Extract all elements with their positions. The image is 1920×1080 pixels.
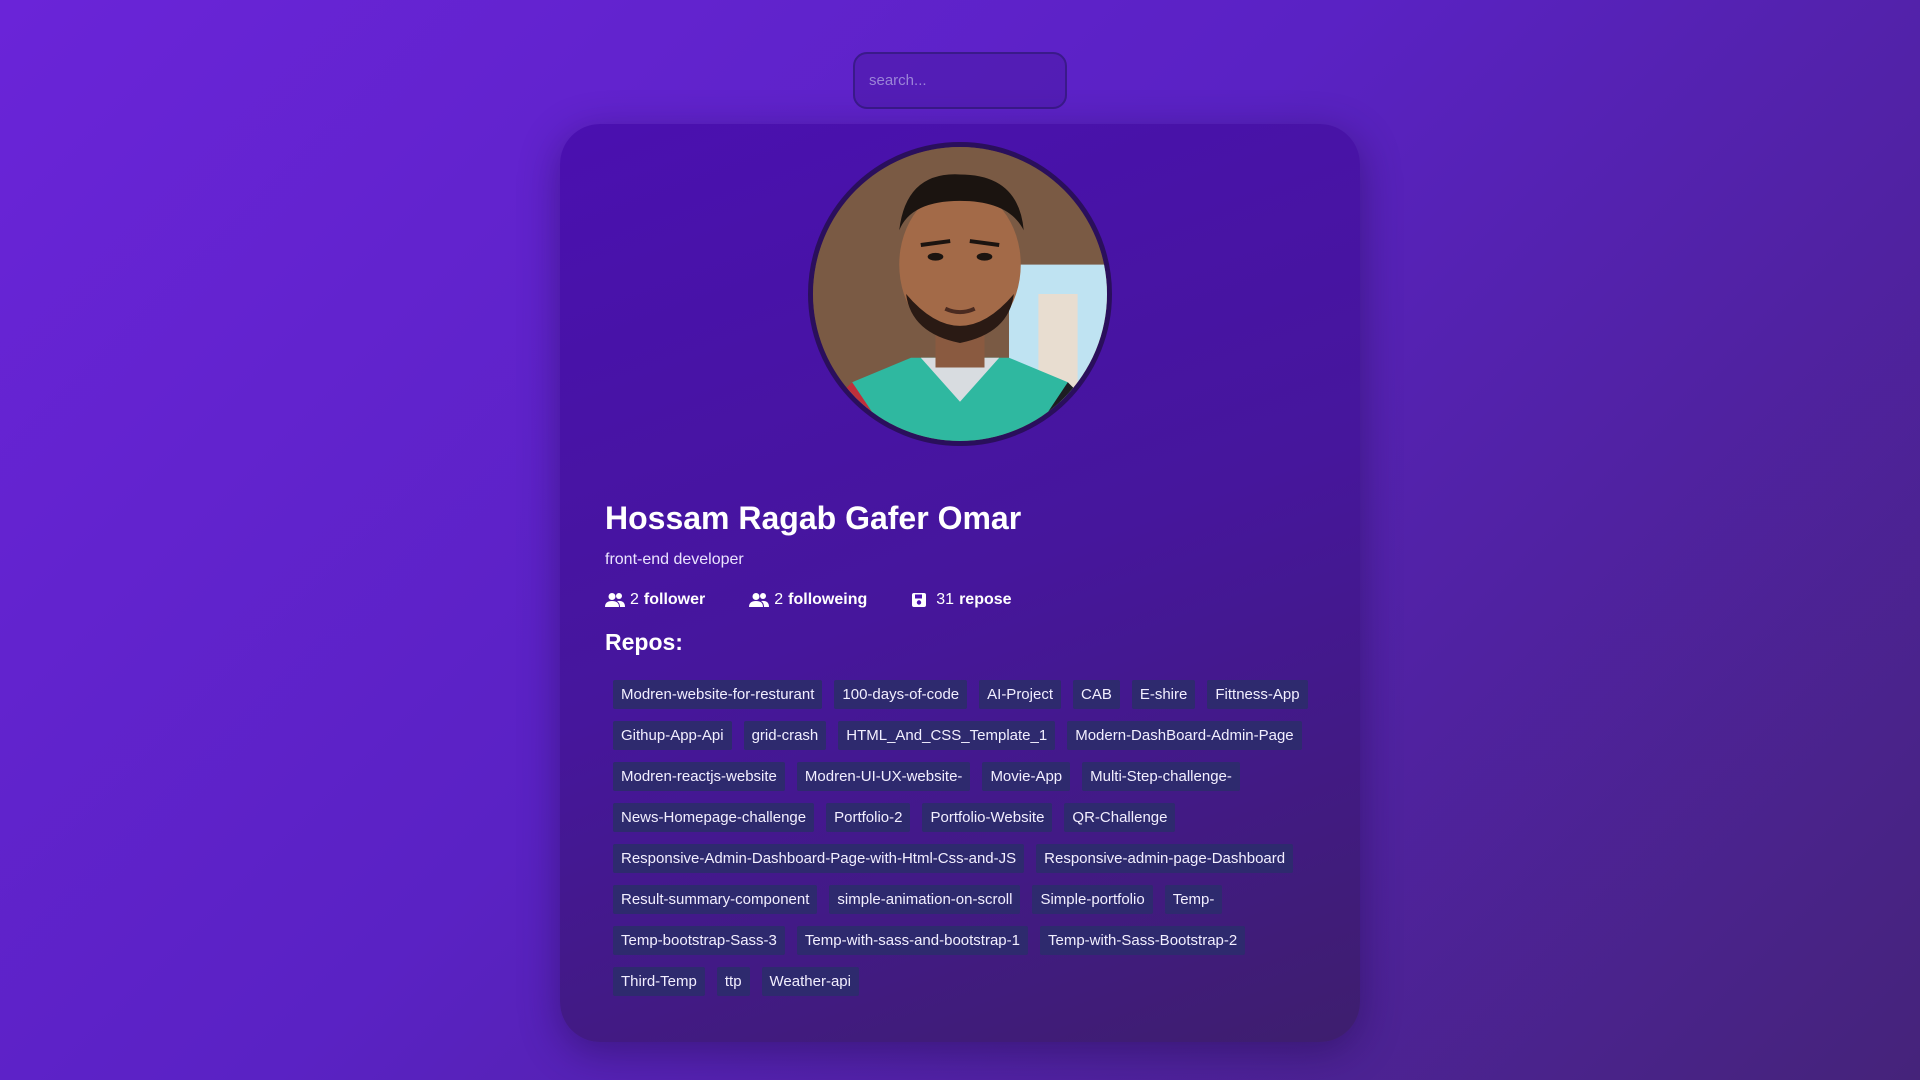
users-icon [749, 592, 770, 608]
avatar [808, 142, 1112, 446]
profile-stats: 2 follower 2 followeing 31 repose [605, 591, 1325, 609]
search-input[interactable] [853, 52, 1067, 109]
repo-tag[interactable]: simple-animation-on-scroll [829, 885, 1021, 914]
followers-stat: 2 follower [605, 591, 705, 609]
profile-name: Hossam Ragab Gafer Omar [605, 500, 1022, 536]
repo-tag[interactable]: Third-Temp [613, 967, 705, 996]
following-count: 2 [774, 591, 784, 608]
repo-tag[interactable]: Fittness-App [1207, 680, 1308, 709]
repo-tag[interactable]: E-shire [1131, 680, 1196, 709]
following-label: followeing [788, 591, 868, 608]
repo-tag[interactable]: Portfolio-2 [826, 803, 911, 832]
repo-tag[interactable]: Portfolio-Website [922, 803, 1053, 832]
repo-tag[interactable]: News-Homepage-challenge [613, 803, 815, 832]
repo-tag[interactable]: Temp- [1164, 885, 1223, 914]
repos-heading: Repos: [605, 629, 683, 655]
repos-count: 31 [936, 591, 955, 608]
profile-info: Hossam Ragab Gafer Omar front-end develo… [605, 500, 1325, 1008]
following-stat: 2 followeing [749, 591, 867, 609]
repo-tag[interactable]: CAB [1073, 680, 1120, 709]
users-icon [605, 592, 625, 608]
repos-label: repose [959, 591, 1012, 608]
search-container [853, 52, 1067, 109]
repo-tag[interactable]: Temp-with-sass-and-bootstrap-1 [796, 926, 1028, 955]
repo-tag[interactable]: Temp-bootstrap-Sass-3 [613, 926, 785, 955]
followers-label: follower [643, 591, 706, 608]
repo-tag[interactable]: QR-Challenge [1064, 803, 1176, 832]
followers-count: 2 [630, 591, 639, 608]
profile-card: Hossam Ragab Gafer Omar front-end develo… [560, 124, 1360, 1042]
repo-tag[interactable]: HTML_And_CSS_Template_1 [838, 721, 1056, 750]
save-icon [911, 592, 931, 608]
repo-tag[interactable]: Githup-App-Api [613, 721, 732, 750]
repo-tag[interactable]: Responsive-Admin-Dashboard-Page-with-Htm… [613, 844, 1025, 873]
repo-tag[interactable]: Modern-DashBoard-Admin-Page [1067, 721, 1302, 750]
repo-tag[interactable]: Temp-with-Sass-Bootstrap-2 [1040, 926, 1246, 955]
repo-list: Modren-website-for-resturant 100-days-of-… [605, 680, 1325, 1008]
repo-tag[interactable]: Modren-UI-UX-website- [796, 762, 971, 791]
repo-tag[interactable]: Multi-Step-challenge- [1082, 762, 1240, 791]
repo-tag[interactable]: Weather-api [761, 967, 859, 996]
repos-stat: 31 repose [911, 591, 1012, 609]
repo-tag[interactable]: Result-summary-component [613, 885, 818, 914]
repo-tag[interactable]: Simple-portfolio [1032, 885, 1153, 914]
repo-tag[interactable]: Responsive-admin-page-Dashboard [1036, 844, 1294, 873]
profile-bio: front-end developer [605, 551, 744, 568]
repo-tag[interactable]: Modren-website-for-resturant [613, 680, 823, 709]
repo-tag[interactable]: Movie-App [982, 762, 1071, 791]
repo-tag[interactable]: Modren-reactjs-website [613, 762, 785, 791]
repo-tag[interactable]: grid-crash [743, 721, 827, 750]
repo-tag[interactable]: AI-Project [979, 680, 1061, 709]
repo-tag[interactable]: 100-days-of-code [834, 680, 968, 709]
repo-tag[interactable]: ttp [716, 967, 750, 996]
